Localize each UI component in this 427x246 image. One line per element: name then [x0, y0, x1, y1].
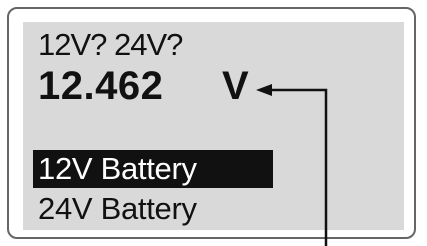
battery-voltage-prompt: 12V? 24V?	[38, 27, 183, 62]
voltage-reading: 12.462	[38, 64, 164, 108]
menu-item-12v-battery[interactable]: 12V Battery	[33, 150, 273, 188]
voltage-unit: V	[222, 64, 249, 108]
menu-item-24v-battery[interactable]: 24V Battery	[33, 190, 273, 228]
